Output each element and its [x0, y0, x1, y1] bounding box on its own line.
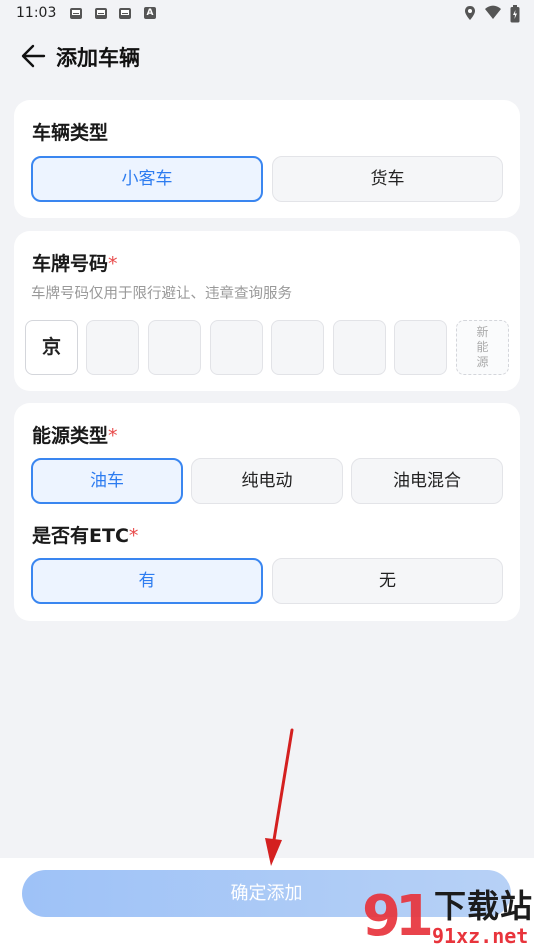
required-mark: * [108, 425, 118, 447]
mail-icon [70, 8, 82, 19]
new-energy-char: 能 [476, 340, 489, 354]
new-energy-char: 源 [476, 355, 489, 369]
wifi-icon [485, 5, 501, 19]
arrow-left-icon[interactable] [20, 42, 48, 70]
plate-number-title: 车牌号码* [32, 253, 118, 275]
watermark-title: 下载站 [434, 887, 534, 925]
plate-number-card: 车牌号码* 车牌号码仅用于限行避让、违章查询服务 京 新 能 源 [14, 231, 520, 391]
plate-char-input[interactable] [210, 320, 263, 375]
mail-icon [95, 8, 107, 19]
status-time: 11:03 [16, 5, 57, 21]
required-mark: * [108, 253, 118, 275]
option-truck[interactable]: 货车 [272, 156, 503, 202]
plate-hint: 车牌号码仅用于限行避让、违章查询服务 [31, 286, 292, 302]
option-fuel-car[interactable]: 油车 [31, 458, 183, 504]
a-icon: A [144, 7, 156, 19]
location-icon [465, 6, 475, 20]
watermark-domain: 91xz.net [432, 924, 529, 948]
option-passenger-car[interactable]: 小客车 [31, 156, 263, 202]
plate-province-selector[interactable]: 京 [25, 320, 78, 375]
plate-char-input[interactable] [86, 320, 139, 375]
required-mark: * [128, 525, 139, 547]
app-header: 添加车辆 [0, 30, 534, 82]
option-etc-no[interactable]: 无 [272, 558, 503, 604]
watermark-number: 91 [362, 884, 434, 949]
energy-etc-card: 能源类型* 油车 纯电动 油电混合 是否有ETC* 有 无 [14, 403, 520, 621]
mail-icon [119, 8, 131, 19]
plate-char-input[interactable] [271, 320, 324, 375]
option-electric[interactable]: 纯电动 [191, 458, 343, 504]
watermark-logo: 91 下载站 91xz.net [362, 888, 534, 950]
plate-char-input[interactable] [394, 320, 447, 375]
plate-char-input[interactable] [148, 320, 201, 375]
option-etc-yes[interactable]: 有 [31, 558, 263, 604]
option-hybrid[interactable]: 油电混合 [351, 458, 503, 504]
battery-icon [510, 5, 520, 23]
vehicle-type-title: 车辆类型 [32, 122, 109, 144]
page-title: 添加车辆 [56, 46, 140, 70]
vehicle-type-card: 车辆类型 小客车 货车 [14, 100, 520, 218]
new-energy-char: 新 [476, 325, 489, 339]
plate-char-input[interactable] [333, 320, 386, 375]
energy-type-title: 能源类型* [32, 425, 118, 447]
etc-title: 是否有ETC* [32, 525, 139, 547]
status-bar: 11:03 A [0, 0, 534, 30]
new-energy-plate-slot[interactable]: 新 能 源 [456, 320, 509, 375]
